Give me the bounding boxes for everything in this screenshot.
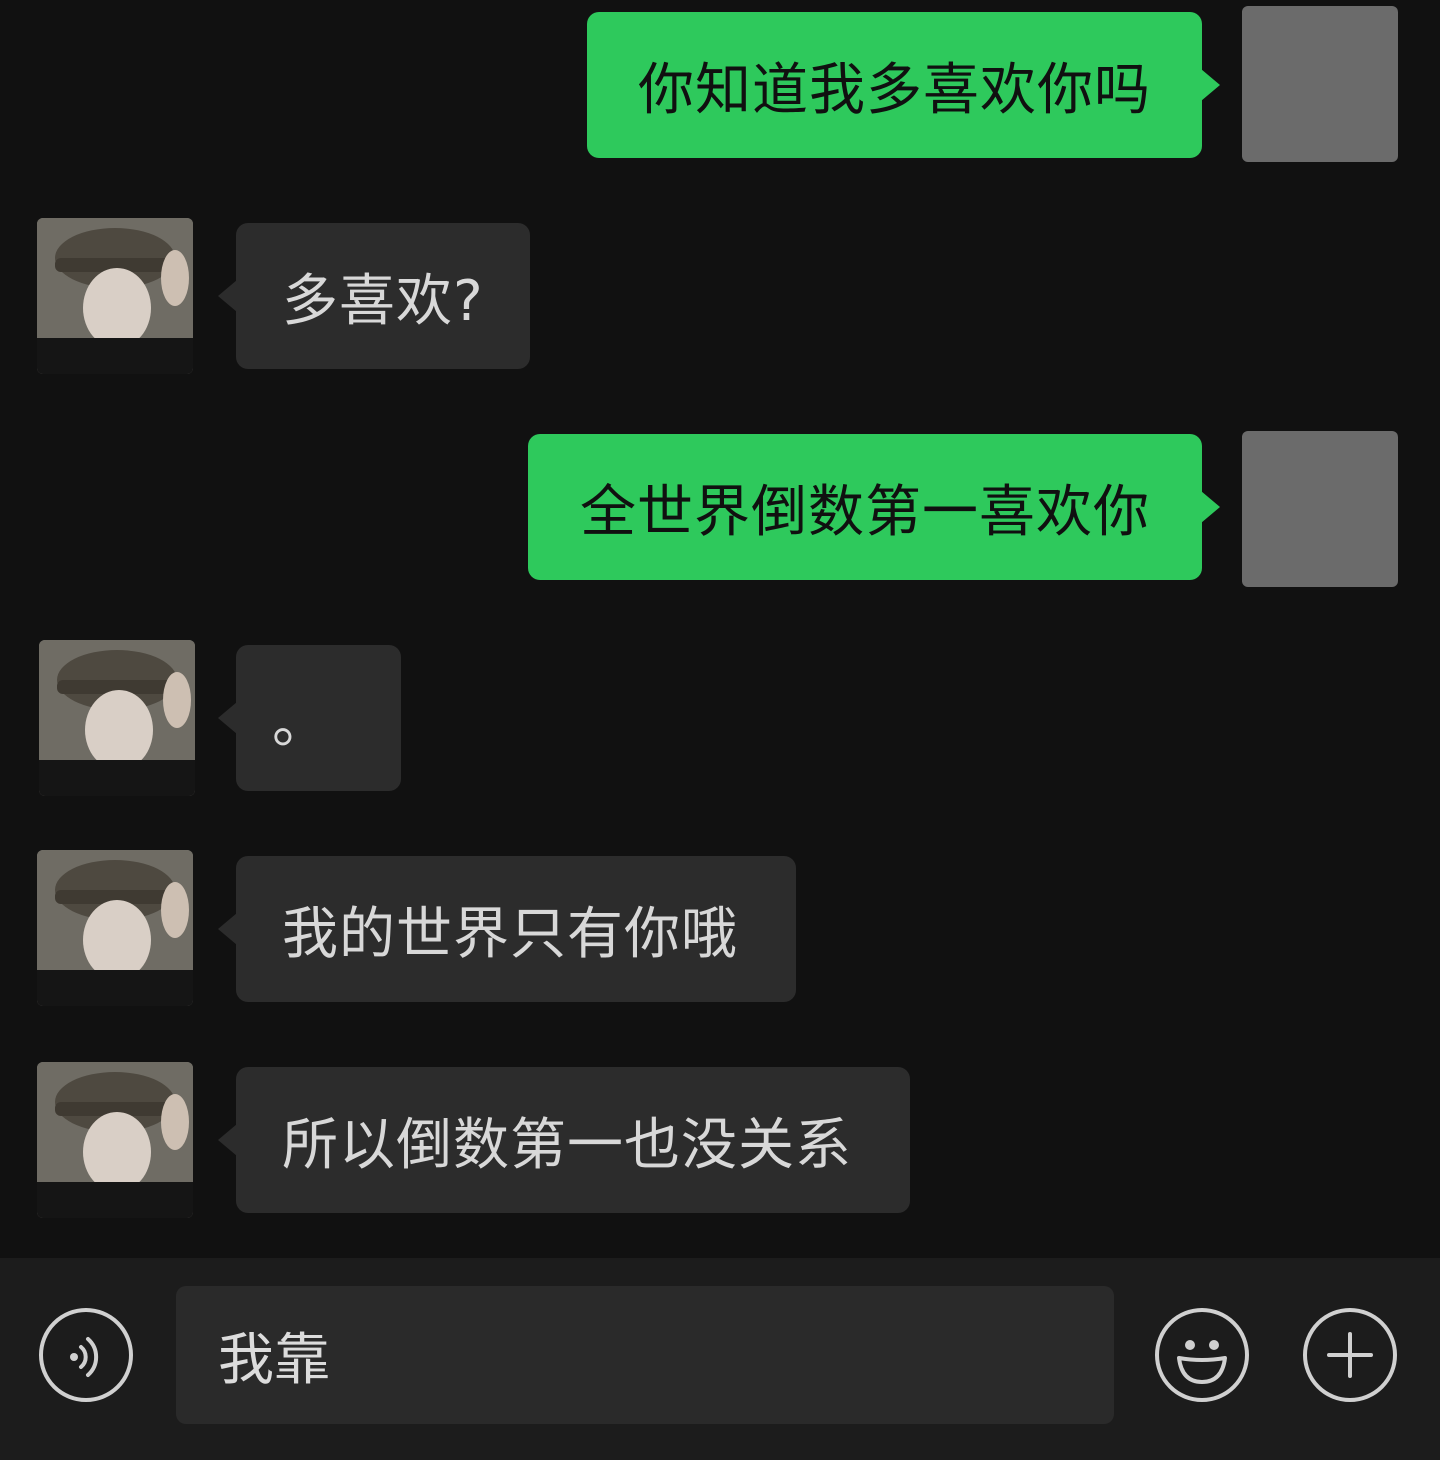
emoji-icon bbox=[1177, 1340, 1227, 1384]
contact-avatar[interactable] bbox=[37, 218, 193, 374]
outgoing-message-bubble[interactable]: 你知道我多喜欢你吗 bbox=[587, 12, 1220, 158]
emoji-button[interactable] bbox=[1155, 1308, 1249, 1402]
message-text: 你知道我多喜欢你吗 bbox=[638, 57, 1151, 123]
avatar-photo-icon bbox=[37, 1062, 193, 1218]
message-text: 所以倒数第一也没关系 bbox=[282, 1112, 852, 1178]
message-input[interactable]: 我靠 bbox=[176, 1286, 1114, 1424]
avatar-photo-icon bbox=[39, 640, 195, 796]
more-options-button[interactable] bbox=[1303, 1308, 1397, 1402]
chat-message-list[interactable]: 你知道我多喜欢你吗 多喜欢? 全世界倒数第一喜欢你 。 我的世界只有你哦 所以倒… bbox=[0, 0, 1440, 1258]
self-avatar[interactable] bbox=[1242, 6, 1398, 162]
incoming-message-bubble[interactable]: 多喜欢? bbox=[218, 223, 530, 369]
avatar-photo-icon bbox=[37, 218, 193, 374]
self-avatar[interactable] bbox=[1242, 431, 1398, 587]
contact-avatar[interactable] bbox=[37, 850, 193, 1006]
voice-input-button[interactable] bbox=[39, 1308, 133, 1402]
avatar-photo-icon bbox=[37, 850, 193, 1006]
contact-avatar[interactable] bbox=[39, 640, 195, 796]
incoming-message-bubble[interactable]: 我的世界只有你哦 bbox=[218, 856, 796, 1002]
message-text: 我的世界只有你哦 bbox=[282, 901, 738, 967]
plus-icon bbox=[1327, 1332, 1373, 1378]
message-text: 。 bbox=[272, 690, 329, 756]
outgoing-message-bubble[interactable]: 全世界倒数第一喜欢你 bbox=[528, 434, 1220, 580]
message-text: 全世界倒数第一喜欢你 bbox=[580, 479, 1150, 545]
incoming-message-bubble[interactable]: 。 bbox=[218, 645, 401, 791]
incoming-message-bubble[interactable]: 所以倒数第一也没关系 bbox=[218, 1067, 910, 1213]
voice-icon bbox=[70, 1337, 99, 1377]
message-text: 多喜欢? bbox=[282, 268, 484, 334]
message-input-value: 我靠 bbox=[218, 1327, 330, 1393]
contact-avatar[interactable] bbox=[37, 1062, 193, 1218]
